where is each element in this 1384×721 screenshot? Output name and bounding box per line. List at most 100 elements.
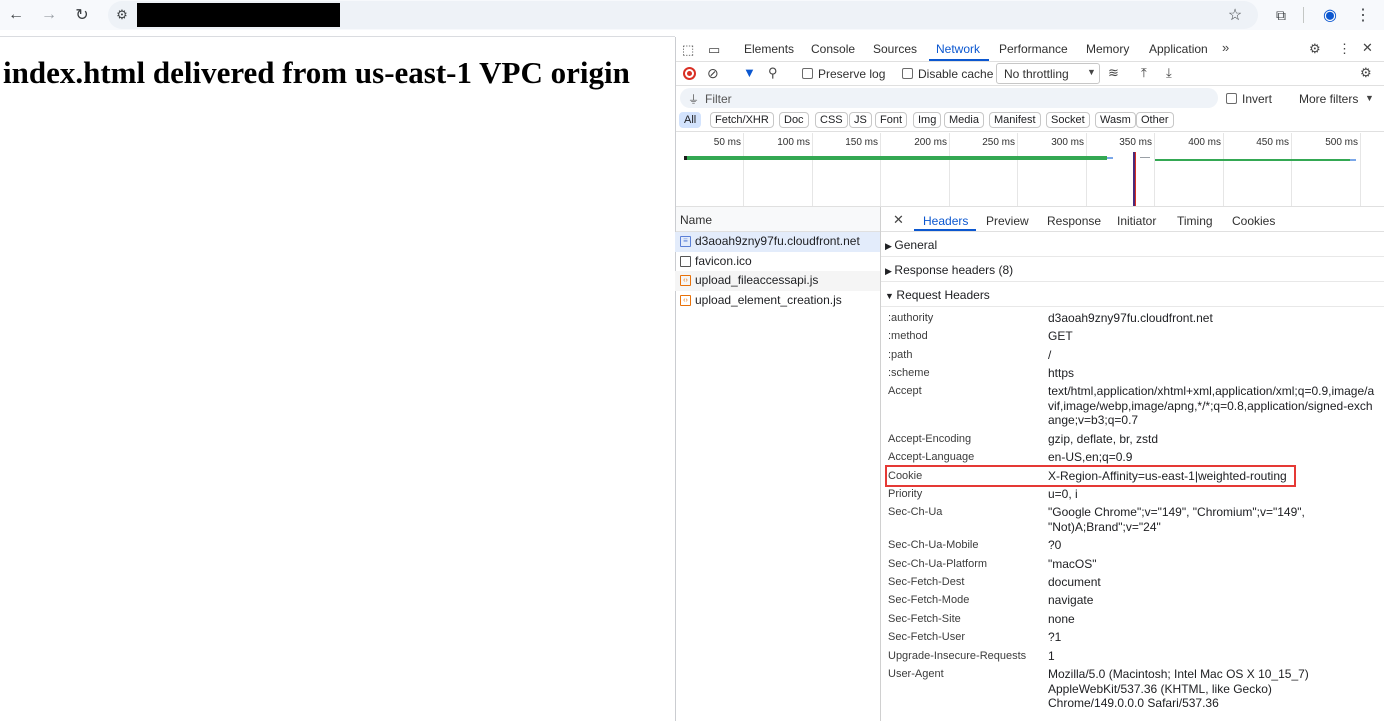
script-icon: ‹› [680, 275, 691, 286]
chip-css[interactable]: CSS [815, 112, 848, 128]
chip-all[interactable]: All [679, 112, 702, 128]
tab-sources[interactable]: Sources [873, 42, 917, 56]
devtools-menu-icon[interactable]: ⋮ [1338, 41, 1351, 57]
timeline-tick: 100 ms [777, 137, 810, 148]
profile-avatar-icon[interactable]: ◉ [1321, 6, 1339, 24]
tab-performance[interactable]: Performance [999, 42, 1068, 56]
general-section-title[interactable]: ▶ General [885, 238, 937, 252]
general-section[interactable] [881, 232, 1384, 257]
timeline-gridline [880, 133, 881, 207]
chip-wasm[interactable]: Wasm [1095, 112, 1136, 128]
chip-font[interactable]: Font [875, 112, 908, 128]
chip-doc[interactable]: Doc [779, 112, 809, 128]
close-detail-icon[interactable]: ✕ [893, 212, 904, 228]
document-icon: ≡ [680, 236, 691, 247]
request-row[interactable]: ‹› upload_fileaccessapi.js [675, 271, 880, 291]
request-row[interactable]: ≡ d3aoah9zny97fu.cloudfront.net [675, 232, 880, 252]
preserve-log-label: Preserve log [818, 67, 886, 81]
redacted-url [137, 3, 340, 27]
script-icon: ‹› [680, 294, 691, 306]
timeline-gridline [1154, 133, 1155, 207]
header-key: Upgrade-Insecure-Requests [888, 650, 1027, 662]
tab-response[interactable]: Response [1047, 214, 1101, 228]
request-name: upload_fileaccessapi.js [695, 273, 819, 287]
chevron-down-icon: ▼ [1087, 67, 1096, 77]
clear-icon[interactable]: ⊘ [707, 65, 719, 82]
invert-checkbox[interactable] [1226, 93, 1237, 104]
file-icon [680, 255, 691, 267]
header-value: Mozilla/5.0 (Macintosh; Intel Mac OS X 1… [1048, 667, 1309, 710]
timeline-tick: 300 ms [1051, 137, 1084, 148]
back-arrow-icon[interactable]: ← [7, 6, 25, 24]
request-row[interactable]: ‹› upload_element_creation.js [675, 291, 880, 311]
name-column-header[interactable]: Name [680, 213, 712, 227]
filter-funnel-icon[interactable]: ▼ [743, 65, 756, 80]
tab-timing[interactable]: Timing [1177, 214, 1213, 228]
record-icon[interactable] [683, 67, 696, 80]
request-headers-title[interactable]: ▼ Request Headers [885, 288, 990, 302]
bookmark-star-icon[interactable]: ☆ [1226, 6, 1244, 24]
header-value: none [1048, 612, 1075, 626]
disable-cache-checkbox[interactable] [902, 68, 913, 79]
export-har-icon[interactable]: ⤓ [1166, 65, 1172, 81]
header-key: Sec-Fetch-User [888, 631, 966, 643]
timeline-gridline [949, 133, 950, 207]
timeline-gridline [1017, 133, 1018, 207]
timeline-gridline [1223, 133, 1224, 207]
inspect-element-icon[interactable]: ⬚ [682, 42, 694, 58]
search-icon[interactable]: ⚲ [768, 65, 778, 81]
tab-memory[interactable]: Memory [1086, 42, 1129, 56]
site-settings-icon[interactable]: ⚙ [113, 6, 131, 24]
header-key-cookie: Cookie [888, 470, 923, 482]
request-row[interactable]: favicon.ico [675, 252, 880, 272]
extensions-icon[interactable]: ⧉ [1272, 6, 1290, 24]
preserve-log-checkbox[interactable] [802, 68, 813, 79]
waterfall-bar-scripts-download [1350, 159, 1356, 161]
header-key: :authority [888, 312, 934, 324]
network-conditions-icon[interactable]: ≋ [1108, 65, 1119, 81]
browser-menu-icon[interactable]: ⋮ [1354, 6, 1372, 24]
chip-socket[interactable]: Socket [1046, 112, 1090, 128]
timeline-tick: 50 ms [713, 137, 741, 148]
tab-network[interactable]: Network [936, 42, 980, 56]
more-filters-button[interactable]: More filters [1299, 92, 1358, 106]
type-filter-chips: All Fetch/XHR Doc CSS JS Font Img Media … [676, 110, 1384, 132]
chip-other[interactable]: Other [1136, 112, 1174, 128]
devtools-settings-icon[interactable]: ⚙ [1309, 41, 1321, 57]
forward-arrow-icon[interactable]: → [40, 6, 58, 24]
close-devtools-icon[interactable]: ✕ [1362, 40, 1373, 56]
reload-icon[interactable]: ↻ [73, 6, 91, 24]
request-name: d3aoah9zny97fu.cloudfront.net [695, 234, 860, 248]
import-har-icon[interactable]: ⤒ [1141, 65, 1147, 81]
response-headers-title[interactable]: ▶ Response headers (8) [885, 263, 1013, 277]
chip-manifest[interactable]: Manifest [989, 112, 1041, 128]
timeline-gridline [812, 133, 813, 207]
request-name: upload_element_creation.js [695, 292, 842, 307]
header-value: document [1048, 575, 1101, 589]
header-key: :path [888, 349, 913, 361]
more-filters-chevron-icon: ▼ [1365, 93, 1374, 103]
header-key: Sec-Fetch-Mode [888, 594, 970, 606]
tab-console[interactable]: Console [811, 42, 855, 56]
network-settings-icon[interactable]: ⚙ [1360, 65, 1372, 81]
tab-cookies[interactable]: Cookies [1232, 214, 1275, 228]
more-tabs-chevron-icon[interactable]: » [1222, 40, 1229, 55]
device-toolbar-icon[interactable]: ▭ [708, 42, 720, 58]
chip-img[interactable]: Img [913, 112, 942, 128]
expand-triangle-icon: ▶ [885, 266, 895, 276]
chip-fetch-xhr[interactable]: Fetch/XHR [710, 112, 774, 128]
header-value: "macOS" [1048, 557, 1097, 571]
throttling-select[interactable]: No throttling ▼ [996, 63, 1100, 84]
chip-js[interactable]: JS [849, 112, 872, 128]
tab-application[interactable]: Application [1149, 42, 1208, 56]
filter-input[interactable]: ⏚ Filter [680, 88, 1218, 108]
header-key: Sec-Fetch-Dest [888, 576, 965, 588]
tab-initiator[interactable]: Initiator [1117, 214, 1156, 228]
tab-preview[interactable]: Preview [986, 214, 1029, 228]
tab-headers[interactable]: Headers [923, 214, 968, 228]
header-value: en-US,en;q=0.9 [1048, 450, 1133, 464]
chip-media[interactable]: Media [944, 112, 984, 128]
timeline-gridline [1086, 133, 1087, 207]
tab-elements[interactable]: Elements [744, 42, 794, 56]
waterfall-bar-favicon [1140, 157, 1150, 158]
